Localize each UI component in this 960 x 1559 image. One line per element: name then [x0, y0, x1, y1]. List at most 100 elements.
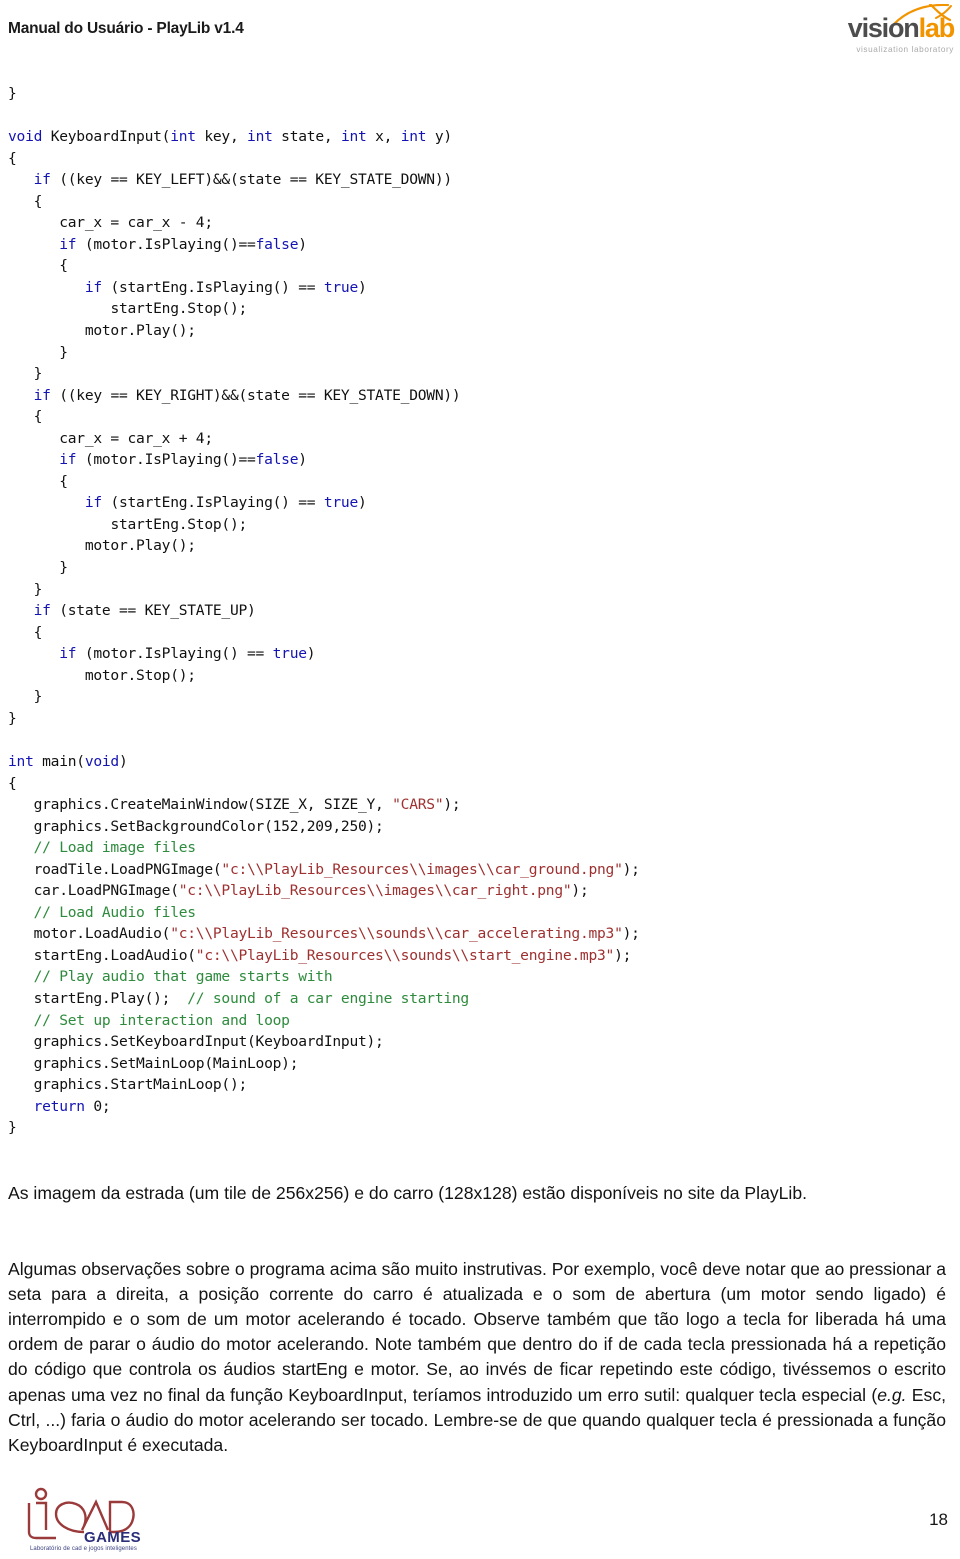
code-token-plain: car_x = car_x - 4;: [59, 214, 213, 232]
code-token-plain: ): [298, 451, 307, 469]
visionlab-tagline: visualization laboratory: [856, 45, 954, 54]
code-token-plain: {: [59, 257, 68, 275]
icad-games-word: GAMES: [84, 1529, 142, 1546]
code-token-plain: }: [33, 688, 43, 706]
code-token-plain: }: [33, 365, 43, 383]
code-line: roadTile.LoadPNGImage("c:\\PlayLib_Resou…: [8, 859, 938, 881]
code-token-cmt: // sound of a car engine starting: [187, 989, 469, 1007]
code-token-plain: y): [426, 128, 452, 146]
code-token-plain: );: [614, 946, 632, 964]
code-line: graphics.StartMainLoop();: [8, 1074, 938, 1096]
code-token-plain: main(: [33, 752, 85, 770]
code-token-plain: ): [358, 278, 367, 296]
code-line: if (startEng.IsPlaying() == true): [8, 277, 938, 299]
code-line: graphics.SetMainLoop(MainLoop);: [8, 1053, 938, 1075]
code-token-plain: startEng.LoadAudio(: [33, 946, 196, 964]
code-token-plain: startEng.Play();: [33, 989, 188, 1007]
code-line: {: [8, 191, 938, 213]
code-line: }: [8, 83, 938, 105]
code-token-plain: );: [443, 796, 461, 814]
code-token-cmt: // Set up interaction and loop: [33, 1011, 290, 1029]
code-token-plain: }: [33, 580, 43, 598]
code-token-kw: if: [33, 386, 51, 404]
code-token-kw: void: [84, 752, 119, 770]
code-line: {: [8, 773, 938, 795]
code-token-plain: graphics.SetMainLoop(MainLoop);: [33, 1054, 299, 1072]
code-token-kw: if: [84, 494, 102, 512]
code-line: }: [8, 708, 938, 730]
icad-tagline: Laboratório de cad e jogos inteligentes: [30, 1546, 137, 1552]
code-token-kw: int: [400, 128, 427, 146]
code-line: graphics.SetKeyboardInput(KeyboardInput)…: [8, 1031, 938, 1053]
code-token-kw: if: [84, 278, 102, 296]
code-token-plain: roadTile.LoadPNGImage(: [33, 860, 222, 878]
page-footer: GAMES Laboratório de cad e jogos intelig…: [0, 1486, 960, 1559]
code-token-plain: (motor.IsPlaying()==: [76, 451, 256, 469]
paragraph-image-sizes: As imagem da estrada (um tile de 256x256…: [8, 1182, 808, 1203]
visionlab-word-secondary: lab: [918, 13, 956, 43]
code-line: {: [8, 148, 938, 170]
code-token-kw: false: [255, 451, 299, 469]
code-line: {: [8, 255, 938, 277]
code-line: // Load image files: [8, 837, 938, 859]
code-listing: } void KeyboardInput(int key, int state,…: [8, 83, 938, 1139]
code-token-kw: int: [8, 752, 34, 770]
code-line: }: [8, 686, 938, 708]
code-token-cmt: // Play audio that game starts with: [33, 968, 333, 986]
code-token-cmt: // Load image files: [33, 839, 196, 857]
code-line: }: [8, 579, 938, 601]
code-token-plain: ): [306, 645, 316, 663]
code-token-plain: 0;: [84, 1097, 111, 1115]
observations-part-1: Algumas observações sobre o programa aci…: [8, 1258, 946, 1405]
code-token-str: "c:\\PlayLib_Resources\\sounds\\car_acce…: [170, 925, 623, 943]
code-token-kw: void: [8, 128, 43, 146]
code-line: startEng.Stop();: [8, 514, 938, 536]
code-token-plain: car.LoadPNGImage(: [33, 882, 179, 900]
code-line: car_x = car_x + 4;: [8, 428, 938, 450]
code-token-kw: if: [59, 645, 77, 663]
code-token-plain: graphics.SetBackgroundColor(152,209,250)…: [33, 817, 384, 835]
code-token-kw: return: [33, 1097, 85, 1115]
code-token-kw: int: [247, 128, 273, 146]
code-token-plain: car_x = car_x + 4;: [59, 429, 213, 447]
code-token-plain: ((key == KEY_LEFT)&&(state == KEY_STATE_…: [50, 171, 452, 189]
code-line: if ((key == KEY_LEFT)&&(state == KEY_STA…: [8, 169, 938, 191]
page-header: Manual do Usuário - PlayLib v1.4 visionl…: [0, 0, 960, 62]
code-token-plain: graphics.CreateMainWindow(SIZE_X, SIZE_Y…: [33, 796, 393, 814]
code-line: startEng.Stop();: [8, 298, 938, 320]
code-token-kw: true: [323, 494, 359, 512]
code-line: }: [8, 342, 938, 364]
code-token-kw: false: [255, 235, 299, 253]
code-token-kw: true: [272, 645, 307, 663]
code-line: if (state == KEY_STATE_UP): [8, 600, 938, 622]
code-line: int main(void): [8, 751, 938, 773]
code-token-plain: {: [33, 408, 43, 426]
code-token-plain: (startEng.IsPlaying() ==: [101, 494, 324, 512]
code-token-plain: }: [8, 709, 17, 727]
